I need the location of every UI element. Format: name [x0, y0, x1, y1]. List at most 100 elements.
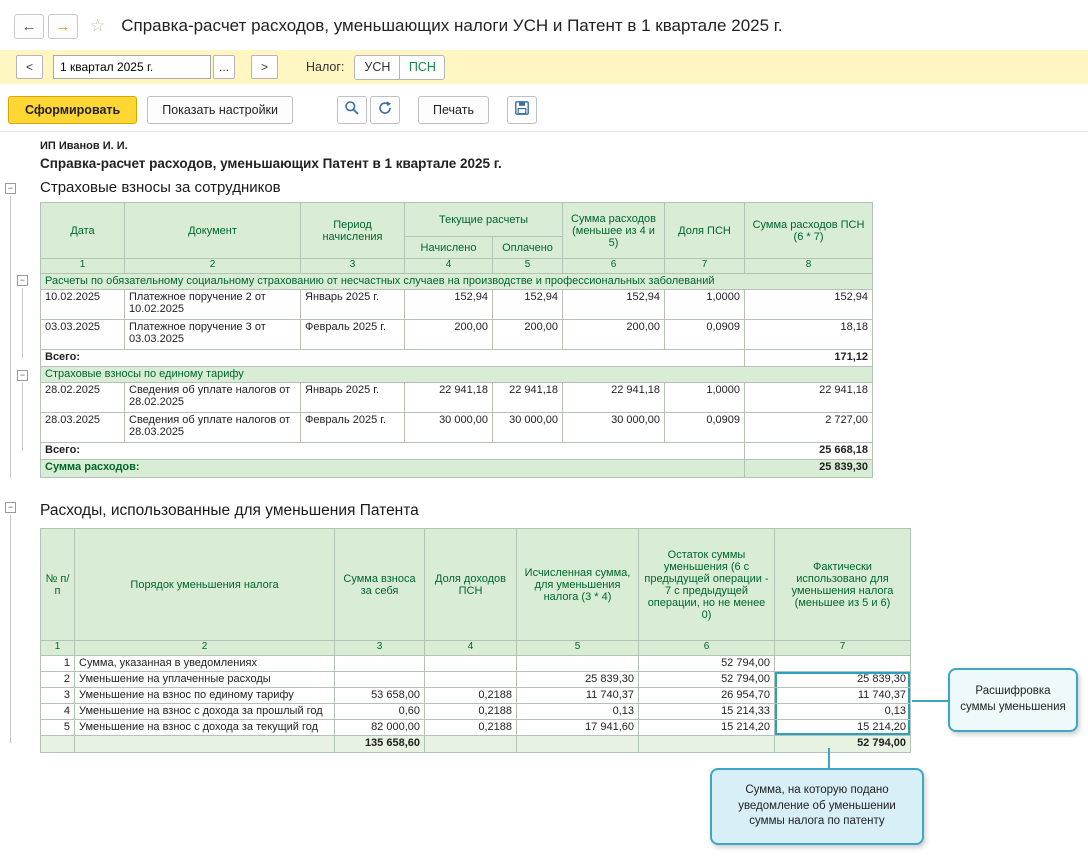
cell: 22 941,18	[405, 383, 493, 413]
cell: 152,94	[745, 290, 873, 320]
highlighted-cell: 0,13	[775, 704, 911, 720]
cell: 82 000,00	[335, 720, 425, 736]
cell: 0,0909	[665, 413, 745, 443]
page-title: Справка-расчет расходов, уменьшающих нал…	[121, 16, 782, 36]
total-self-contribution: 135 658,60	[335, 736, 425, 753]
cell: 52 794,00	[639, 656, 775, 672]
col-header-date: Дата	[41, 203, 125, 259]
col-header-period: Период начисления	[301, 203, 405, 259]
cell: 0,2188	[425, 720, 517, 736]
period-input[interactable]	[53, 55, 211, 79]
show-settings-button[interactable]: Показать настройки	[147, 96, 293, 124]
table-row: 28.02.2025 Сведения об уплате налогов от…	[41, 383, 873, 413]
cell	[517, 736, 639, 753]
back-button[interactable]: ←	[14, 14, 44, 39]
cell: 22 941,18	[563, 383, 665, 413]
save-button[interactable]	[507, 96, 537, 124]
report-title: Справка-расчет расходов, уменьшающих Пат…	[40, 156, 1088, 171]
col-number: 1	[41, 641, 75, 656]
cell: 17 941,60	[517, 720, 639, 736]
cell: 0,13	[517, 704, 639, 720]
total-notified-amount: 52 794,00	[775, 736, 911, 753]
next-period-button[interactable]: >	[251, 55, 278, 79]
collapse-toggle-group1[interactable]: −	[17, 275, 28, 286]
report-area: ИП Иванов И. И. Справка-расчет расходов,…	[0, 132, 1088, 753]
prev-period-button[interactable]: <	[16, 55, 43, 79]
cell: 0,60	[335, 704, 425, 720]
cell: 152,94	[405, 290, 493, 320]
col-number: 3	[335, 641, 425, 656]
tax-psn-button[interactable]: ПСН	[399, 55, 445, 80]
cell: 30 000,00	[405, 413, 493, 443]
col-number: 2	[75, 641, 335, 656]
group-rail-line	[10, 196, 11, 478]
col-number: 3	[301, 259, 405, 274]
col-header-expenses-psn: Сумма расходов ПСН (6 * 7)	[745, 203, 873, 259]
col-number: 6	[639, 641, 775, 656]
cell	[639, 736, 775, 753]
cell	[517, 656, 639, 672]
search-button[interactable]	[337, 96, 367, 124]
cell: 5	[41, 720, 75, 736]
cell: Уменьшение на взнос с дохода за текущий …	[75, 720, 335, 736]
collapse-toggle-group2[interactable]: −	[17, 370, 28, 381]
cell: Платежное поручение 3 от 03.03.2025	[125, 320, 301, 350]
action-toolbar: Сформировать Показать настройки Печать	[0, 88, 1088, 132]
cell: 0,2188	[425, 688, 517, 704]
cell	[75, 736, 335, 753]
total-label: Всего:	[41, 443, 745, 460]
favorite-star-icon[interactable]: ☆	[90, 16, 105, 36]
cell: 1	[41, 656, 75, 672]
print-button[interactable]: Печать	[418, 96, 489, 124]
group-header-row: Расчеты по обязательному социальному стр…	[41, 274, 873, 290]
cell: Уменьшение на взнос по единому тарифу	[75, 688, 335, 704]
highlighted-cell: 15 214,20	[775, 720, 911, 736]
cell: Февраль 2025 г.	[301, 320, 405, 350]
cell: 2	[41, 672, 75, 688]
table-row: 03.03.2025 Платежное поручение 3 от 03.0…	[41, 320, 873, 350]
col-header-expenses: Сумма расходов (меньшее из 4 и 5)	[563, 203, 665, 259]
contributions-table: Дата Документ Период начисления Текущие …	[40, 202, 873, 478]
cell: 28.02.2025	[41, 383, 125, 413]
table-row: 28.03.2025 Сведения об уплате налогов от…	[41, 413, 873, 443]
search-icon	[344, 100, 360, 119]
collapse-toggle-section1[interactable]: −	[5, 183, 16, 194]
cell	[41, 736, 75, 753]
cell: 200,00	[405, 320, 493, 350]
company-name: ИП Иванов И. И.	[40, 140, 1088, 152]
grand-total-label: Сумма расходов:	[41, 460, 745, 478]
refresh-search-button[interactable]	[370, 96, 400, 124]
generate-button[interactable]: Сформировать	[8, 96, 137, 124]
group-rail-line	[22, 383, 23, 451]
col-header-paid: Оплачено	[493, 237, 563, 259]
table-row: 10.02.2025 Платежное поручение 2 от 10.0…	[41, 290, 873, 320]
cell: 18,18	[745, 320, 873, 350]
callout-notification: Сумма, на которую подано уведомление об …	[710, 768, 924, 845]
totals-row: 135 658,60 52 794,00	[41, 736, 911, 753]
cell: 25 839,30	[517, 672, 639, 688]
col-header-reduction-order: Порядок уменьшения налога	[75, 529, 335, 641]
col-number: 4	[405, 259, 493, 274]
cell: 2 727,00	[745, 413, 873, 443]
period-picker-button[interactable]: ...	[213, 55, 235, 79]
cell: 152,94	[563, 290, 665, 320]
cell: 30 000,00	[493, 413, 563, 443]
group-total-row: Всего: 171,12	[41, 350, 873, 367]
refresh-search-icon	[377, 100, 393, 119]
cell	[425, 736, 517, 753]
group-header-row: Страховые взносы по единому тарифу	[41, 367, 873, 383]
cell: 1,0000	[665, 290, 745, 320]
tax-usn-button[interactable]: УСН	[354, 55, 400, 80]
cell	[425, 672, 517, 688]
cell: 3	[41, 688, 75, 704]
forward-button[interactable]: →	[48, 14, 78, 39]
cell: 30 000,00	[563, 413, 665, 443]
table-row: 5 Уменьшение на взнос с дохода за текущи…	[41, 720, 911, 736]
cell: Сумма, указанная в уведомлениях	[75, 656, 335, 672]
column-numbers-row: 1 2 3 4 5 6 7	[41, 641, 911, 656]
col-number: 2	[125, 259, 301, 274]
collapse-toggle-section2[interactable]: −	[5, 502, 16, 513]
col-number: 1	[41, 259, 125, 274]
cell: 22 941,18	[745, 383, 873, 413]
col-number: 5	[493, 259, 563, 274]
